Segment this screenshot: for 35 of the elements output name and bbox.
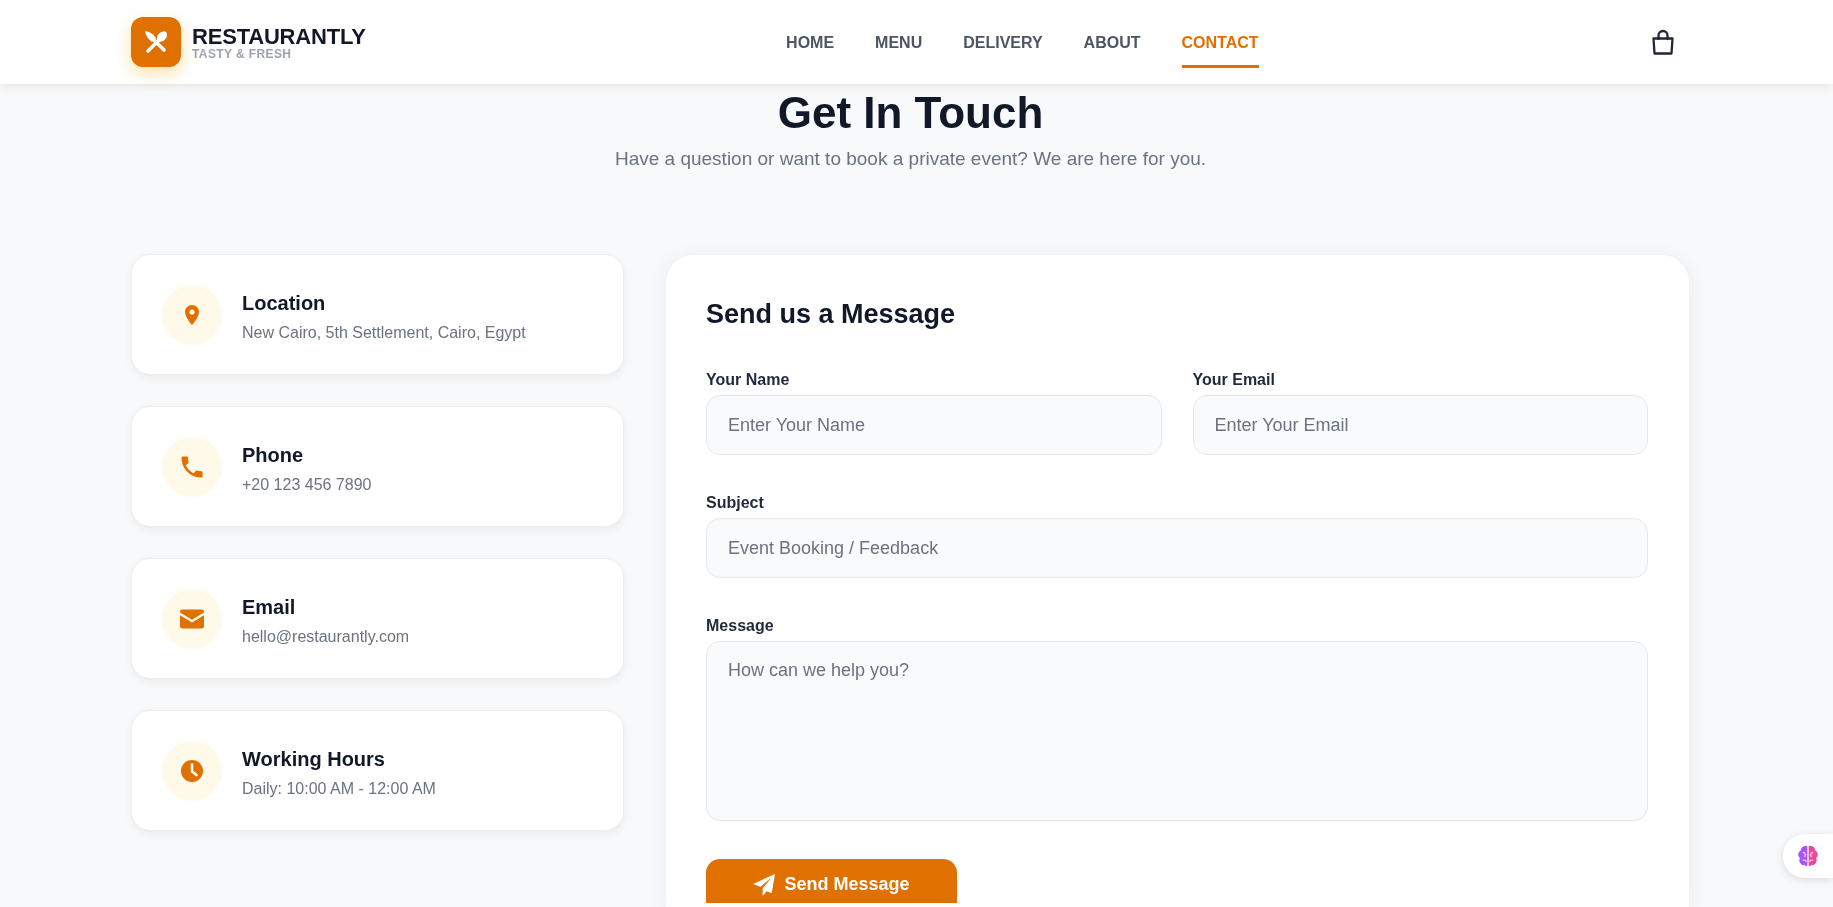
cart-button[interactable] [1649,28,1677,56]
floating-button[interactable] [1783,834,1833,878]
nav-link[interactable]: ABOUT [1083,16,1141,68]
contact-detail: hello@restaurantly.com [242,626,410,647]
page-title: Get In Touch [776,87,1045,139]
text-input-field[interactable]: Enter Your Name [706,395,1162,456]
field-label: Subject [706,493,764,514]
brand-name: RESTAURANTLY [192,26,366,49]
contact-title: Email [242,594,297,620]
form-title: Send us a Message [706,298,957,332]
nav-link[interactable]: DELIVERY [963,16,1043,68]
field-label: Your Email [1192,370,1275,391]
map-pin-icon [162,284,222,345]
contact-detail: Daily: 10:00 AM - 12:00 AM [242,778,436,799]
page-subtitle: Have a question or want to book a private event? We are here for you. [613,146,1208,171]
contact-title: Working Hours [242,746,386,772]
paper-plane-icon [753,873,776,896]
contact-detail: +20 123 456 7890 [242,474,372,495]
brand-tagline: TASTY & FRESH [192,48,293,62]
envelope-icon [162,588,222,649]
clock-icon [162,740,222,801]
field-label: Your Name [706,370,790,391]
shopping-bag-icon [1649,28,1677,56]
contact-title: Phone [242,442,305,468]
nav-link[interactable]: MENU [875,16,923,68]
text-input-field[interactable]: Enter Your Email [1192,395,1648,456]
brain-icon [1797,845,1819,867]
contact-detail: New Cairo, 5th Settlement, Cairo, Egypt [242,322,526,343]
contact-title: Location [242,290,327,316]
phone-icon [162,436,222,497]
fork-spoon-logo-icon [131,17,181,67]
message-textarea-field[interactable]: How can we help you? [706,641,1648,822]
field-label: Message [706,616,774,637]
text-input-field[interactable]: Event Booking / Feedback [706,518,1648,579]
nav-link[interactable]: HOME [786,16,835,68]
